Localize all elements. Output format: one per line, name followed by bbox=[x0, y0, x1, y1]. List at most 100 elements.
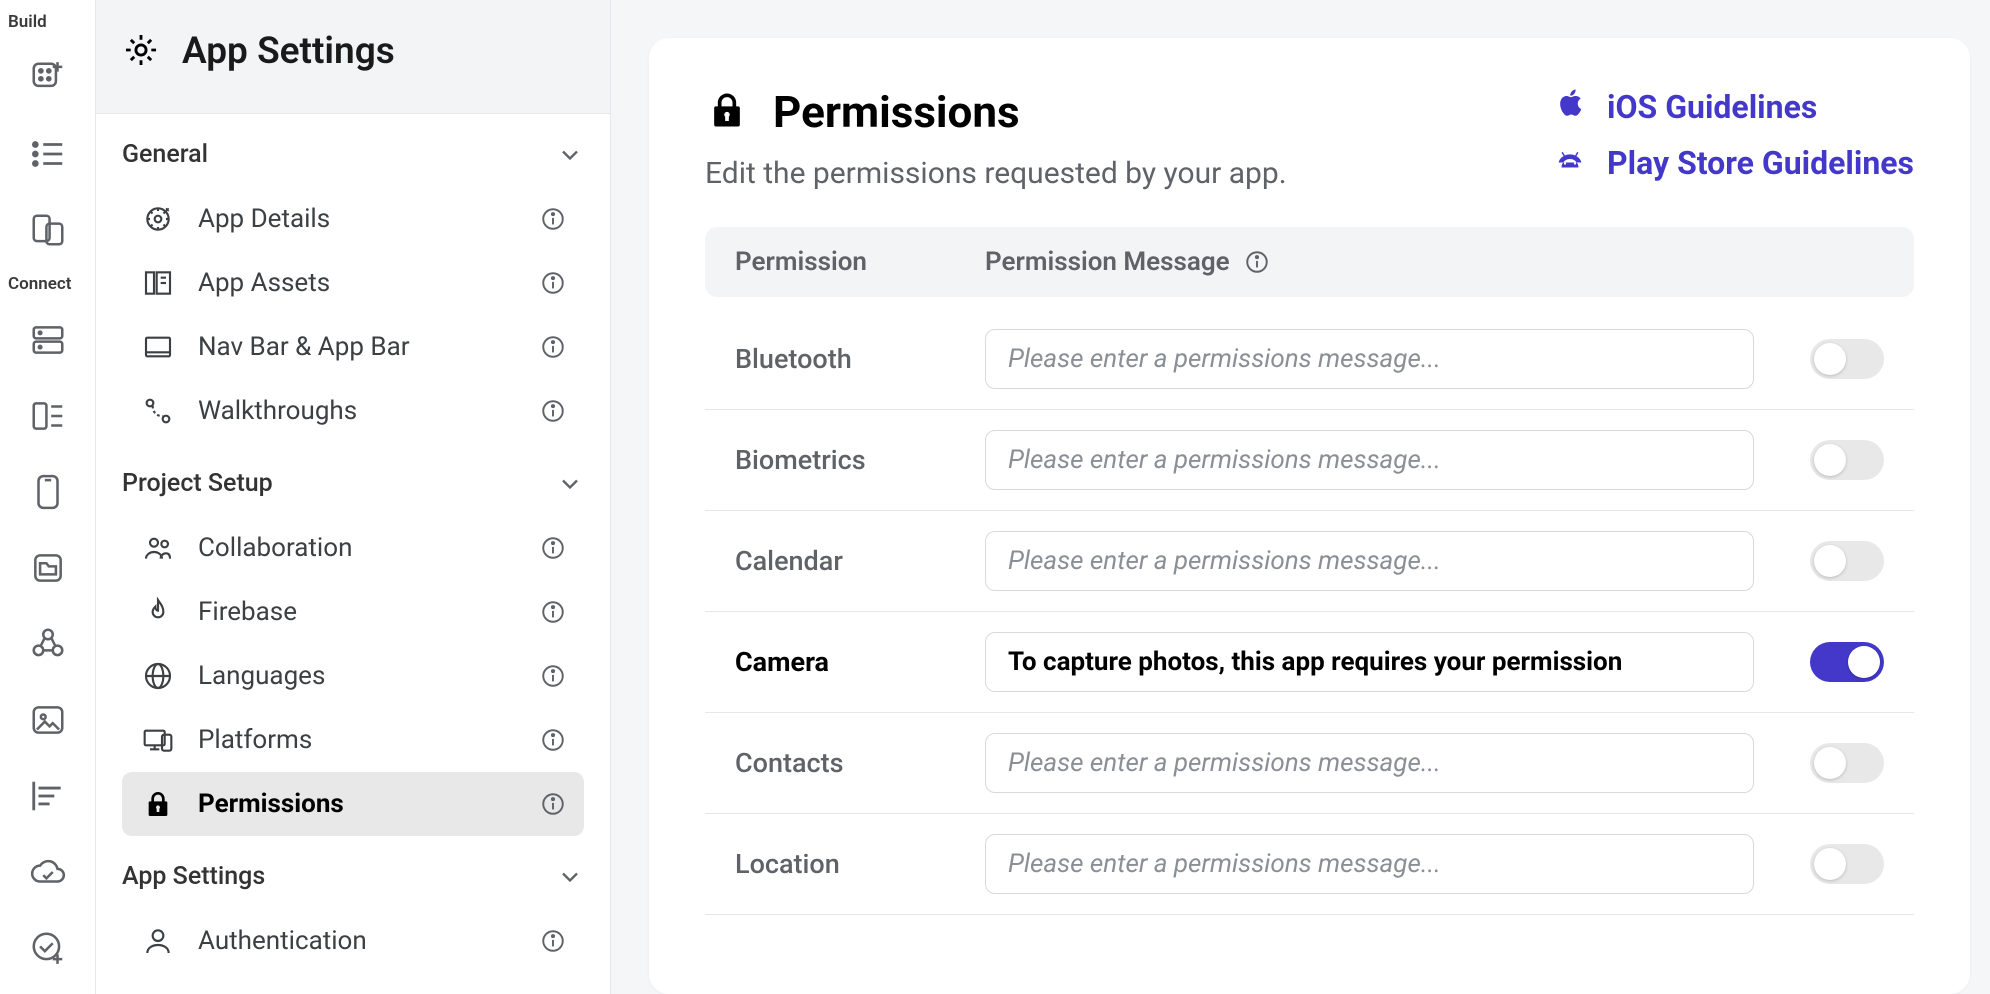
firebase-icon bbox=[140, 594, 176, 630]
sidebar-item-label: Firebase bbox=[198, 597, 518, 627]
rail-phone-icon[interactable] bbox=[18, 462, 78, 522]
rail-build-label: Build bbox=[0, 12, 55, 32]
chevron-down-icon bbox=[556, 863, 584, 891]
info-icon[interactable] bbox=[1244, 249, 1270, 275]
sidebar-item-collaboration[interactable]: Collaboration bbox=[122, 516, 584, 580]
permission-toggle[interactable] bbox=[1810, 642, 1884, 682]
sidebar-item-nav-bar[interactable]: Nav Bar & App Bar bbox=[122, 315, 584, 379]
column-message-label: Permission Message bbox=[985, 247, 1230, 277]
section-general-header[interactable]: General bbox=[122, 132, 584, 177]
sidebar-item-permissions[interactable]: Permissions bbox=[122, 772, 584, 836]
rail-server-icon[interactable] bbox=[18, 310, 78, 370]
info-icon[interactable] bbox=[540, 206, 566, 232]
sidebar-item-app-assets[interactable]: App Assets bbox=[122, 251, 584, 315]
rail-list-icon[interactable] bbox=[18, 124, 78, 184]
permission-row: Contacts bbox=[705, 713, 1914, 814]
settings-sidebar: App Settings General App Details App Ass… bbox=[96, 0, 611, 994]
rail-check-add-icon[interactable] bbox=[18, 918, 78, 978]
permission-name: Calendar bbox=[735, 545, 985, 577]
rail-add-icon[interactable] bbox=[18, 48, 78, 108]
rail-image-icon[interactable] bbox=[18, 690, 78, 750]
permission-message-input[interactable] bbox=[985, 531, 1754, 591]
info-icon[interactable] bbox=[540, 535, 566, 561]
info-icon[interactable] bbox=[540, 663, 566, 689]
info-icon[interactable] bbox=[540, 791, 566, 817]
permission-name: Bluetooth bbox=[735, 343, 985, 375]
chevron-down-icon bbox=[556, 470, 584, 498]
apple-icon bbox=[1553, 86, 1587, 128]
permission-toggle-cell bbox=[1784, 743, 1884, 783]
android-icon bbox=[1553, 142, 1587, 184]
sidebar-item-label: Languages bbox=[198, 661, 518, 691]
section-general-title: General bbox=[122, 140, 208, 169]
info-icon[interactable] bbox=[540, 334, 566, 360]
permission-message-cell bbox=[985, 834, 1784, 894]
sidebar-item-languages[interactable]: Languages bbox=[122, 644, 584, 708]
info-icon[interactable] bbox=[540, 727, 566, 753]
sidebar-item-app-details[interactable]: App Details bbox=[122, 187, 584, 251]
play-guidelines-link[interactable]: Play Store Guidelines bbox=[1553, 142, 1914, 184]
rail-integrations-icon[interactable] bbox=[18, 614, 78, 674]
section-project-setup: Project Setup Collaboration Firebase Lan… bbox=[96, 443, 610, 836]
sidebar-item-authentication[interactable]: Authentication bbox=[122, 909, 584, 973]
info-icon[interactable] bbox=[540, 398, 566, 424]
nav-bar-icon bbox=[140, 329, 176, 365]
sidebar-item-label: App Assets bbox=[198, 268, 518, 298]
sidebar-item-walkthroughs[interactable]: Walkthroughs bbox=[122, 379, 584, 443]
section-app-settings: App Settings Authentication bbox=[96, 836, 610, 973]
permission-message-input[interactable] bbox=[985, 733, 1754, 793]
permission-row: Biometrics bbox=[705, 410, 1914, 511]
sidebar-item-label: Authentication bbox=[198, 926, 518, 956]
permission-toggle[interactable] bbox=[1810, 844, 1884, 884]
rail-devices-icon[interactable] bbox=[18, 200, 78, 260]
rail-cloud-icon[interactable] bbox=[18, 842, 78, 902]
permission-message-cell bbox=[985, 329, 1784, 389]
sidebar-item-label: Platforms bbox=[198, 725, 518, 755]
rail-align-icon[interactable] bbox=[18, 766, 78, 826]
permission-message-cell bbox=[985, 531, 1784, 591]
lock-icon bbox=[140, 786, 176, 822]
section-app-settings-header[interactable]: App Settings bbox=[122, 854, 584, 899]
rail-folder-icon[interactable] bbox=[18, 538, 78, 598]
left-rail: Build Connect bbox=[0, 0, 96, 994]
section-app-settings-title: App Settings bbox=[122, 862, 265, 891]
permission-message-cell bbox=[985, 430, 1784, 490]
permission-toggle[interactable] bbox=[1810, 743, 1884, 783]
info-icon[interactable] bbox=[540, 270, 566, 296]
section-project-setup-header[interactable]: Project Setup bbox=[122, 461, 584, 506]
permission-row: Bluetooth bbox=[705, 309, 1914, 410]
permission-toggle[interactable] bbox=[1810, 440, 1884, 480]
lock-icon bbox=[705, 88, 749, 136]
chevron-down-icon bbox=[556, 141, 584, 169]
sidebar-item-firebase[interactable]: Firebase bbox=[122, 580, 584, 644]
rail-form-icon[interactable] bbox=[18, 386, 78, 446]
sidebar-item-label: Permissions bbox=[198, 789, 518, 819]
permission-message-cell bbox=[985, 632, 1784, 692]
ios-guidelines-label: iOS Guidelines bbox=[1607, 88, 1817, 126]
sidebar-item-platforms[interactable]: Platforms bbox=[122, 708, 584, 772]
permission-message-input[interactable] bbox=[985, 834, 1754, 894]
permissions-card: Permissions Edit the permissions request… bbox=[649, 38, 1970, 994]
permission-toggle[interactable] bbox=[1810, 541, 1884, 581]
authentication-icon bbox=[140, 923, 176, 959]
info-icon[interactable] bbox=[540, 599, 566, 625]
permission-message-cell bbox=[985, 733, 1784, 793]
gear-icon bbox=[122, 31, 160, 73]
section-project-setup-title: Project Setup bbox=[122, 469, 273, 498]
play-guidelines-label: Play Store Guidelines bbox=[1607, 144, 1914, 182]
permission-toggle-cell bbox=[1784, 844, 1884, 884]
sidebar-item-label: App Details bbox=[198, 204, 518, 234]
permission-message-input[interactable] bbox=[985, 329, 1754, 389]
page-subtitle: Edit the permissions requested by your a… bbox=[705, 156, 1287, 191]
permission-message-input[interactable] bbox=[985, 430, 1754, 490]
permission-toggle-cell bbox=[1784, 440, 1884, 480]
info-icon[interactable] bbox=[540, 928, 566, 954]
permission-toggle[interactable] bbox=[1810, 339, 1884, 379]
app-details-icon bbox=[140, 201, 176, 237]
permission-row: Location bbox=[705, 814, 1914, 915]
rail-connect-label: Connect bbox=[0, 274, 79, 294]
column-message: Permission Message bbox=[985, 247, 1884, 277]
permission-message-input[interactable] bbox=[985, 632, 1754, 692]
permission-toggle-cell bbox=[1784, 339, 1884, 379]
ios-guidelines-link[interactable]: iOS Guidelines bbox=[1553, 86, 1914, 128]
